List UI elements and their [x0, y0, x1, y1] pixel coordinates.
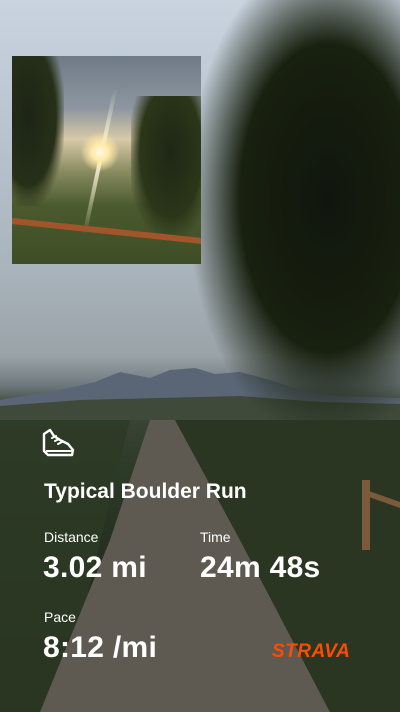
- inset-photo[interactable]: [12, 56, 201, 264]
- time-label: Time: [200, 529, 231, 545]
- running-shoe-icon: [42, 428, 75, 457]
- time-value: 24m 48s: [200, 551, 321, 584]
- inset-tree-left: [12, 56, 64, 206]
- distance-value: 3.02 mi: [43, 551, 147, 584]
- distance-label: Distance: [44, 529, 99, 545]
- strava-logo: STRAVA: [272, 641, 351, 662]
- activity-title: Typical Boulder Run: [44, 480, 247, 503]
- sun: [80, 132, 120, 172]
- pace-label: Pace: [44, 609, 76, 625]
- pace-value: 8:12 /mi: [43, 631, 158, 664]
- tree-silhouette: [190, 0, 400, 440]
- inset-tree-right: [131, 96, 201, 236]
